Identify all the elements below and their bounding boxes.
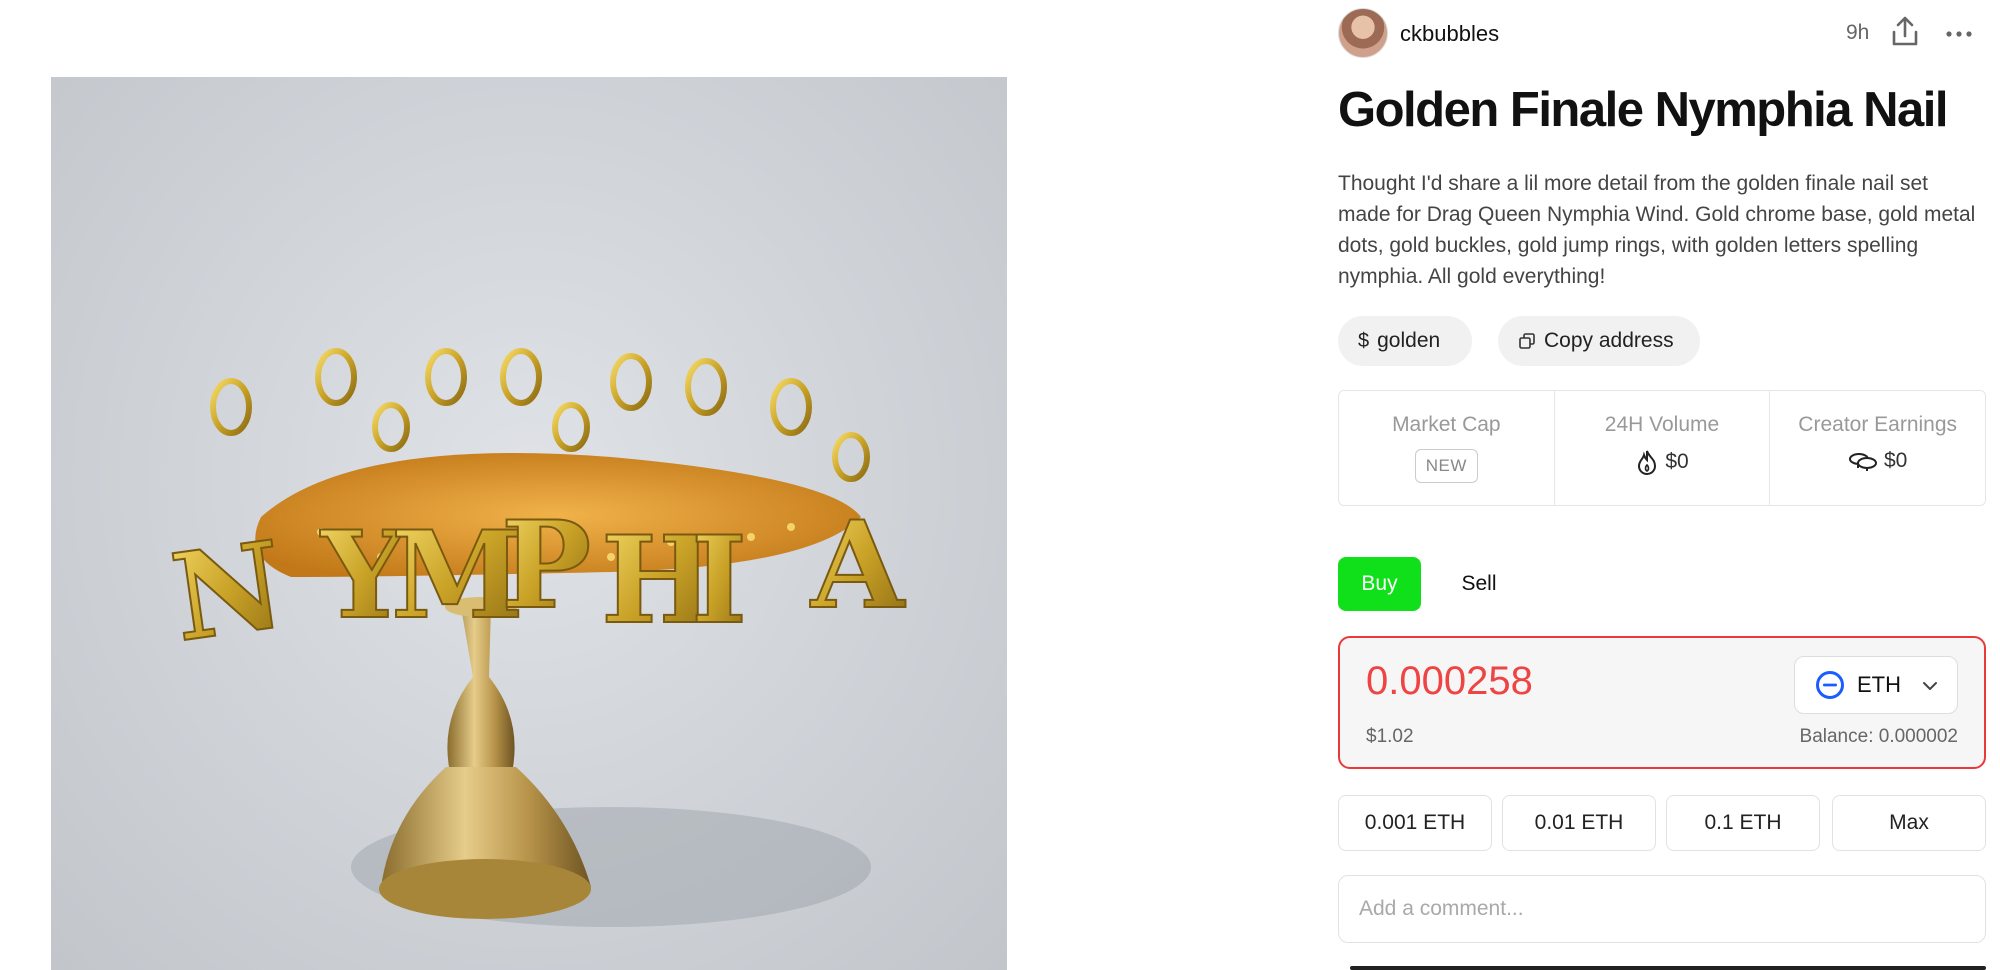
new-badge: NEW [1414,449,1478,483]
stat-creator-earnings: Creator Earnings $0 [1769,391,1985,505]
share-icon[interactable] [1888,14,1922,48]
avatar[interactable] [1338,8,1388,58]
market-cap-label: Market Cap [1392,413,1501,436]
svg-text:I: I [691,510,747,651]
nail-charm-illustration: N Y M P H I A [163,348,907,927]
earnings-value: $0 [1884,449,1908,472]
stat-volume: 24H Volume $0 [1553,391,1770,505]
post-header: ckbubbles 9h [1338,8,1986,58]
tab-buy[interactable]: Buy [1338,557,1421,611]
quick-amount-button[interactable]: 0.1 ETH [1666,795,1820,851]
amount-box: $1.02 Balance: 0.000002 ETH [1338,636,1986,769]
earnings-label: Creator Earnings [1798,413,1958,436]
more-icon[interactable] [1942,14,1976,48]
post-title: Golden Finale Nymphia Nail [1338,83,1949,137]
flame-icon [1638,450,1657,475]
svg-text:A: A [810,495,906,636]
stats-panel: Market Cap NEW 24H Volume $0 Creator Ear… [1338,390,1986,506]
tab-sell[interactable]: Sell [1444,557,1514,611]
stat-market-cap: Market Cap NEW [1339,391,1554,505]
chevron-down-icon [1923,682,1937,690]
copy-icon [1519,333,1535,349]
max-amount-button[interactable]: Max [1832,795,1986,851]
balance: Balance: 0.000002 [1799,726,1958,747]
copy-address-button[interactable]: Copy address [1498,316,1700,366]
quick-amount-button[interactable]: 0.001 ETH [1338,795,1492,851]
dollar-icon: $ [1358,329,1370,352]
usd-value: $1.02 [1366,726,1414,747]
svg-text:N: N [164,514,292,669]
post-description: Thought I'd share a lil more detail from… [1338,172,1976,288]
currency-select[interactable]: ETH [1794,656,1958,714]
volume-label: 24H Volume [1604,413,1720,436]
amount-input[interactable] [1366,656,1746,706]
divider [1350,966,1986,970]
post-image: N Y M P H I A [51,77,1007,970]
post-time: 9h [1846,21,1870,44]
post-detail-panel: ckbubbles 9h Golden Finale Nymphia Nail … [1338,0,1986,970]
comment-input[interactable] [1338,875,1986,943]
ticker-label: golden [1377,329,1441,352]
eth-icon [1816,671,1844,699]
svg-text:P: P [501,495,591,636]
coins-icon [1849,453,1877,471]
volume-value: $0 [1665,450,1689,473]
ticker-pill[interactable]: $ golden [1338,316,1472,366]
username[interactable]: ckbubbles [1400,21,1499,47]
currency-label: ETH [1857,672,1901,697]
quick-amount-button[interactable]: 0.01 ETH [1502,795,1656,851]
copy-address-label: Copy address [1544,329,1674,352]
